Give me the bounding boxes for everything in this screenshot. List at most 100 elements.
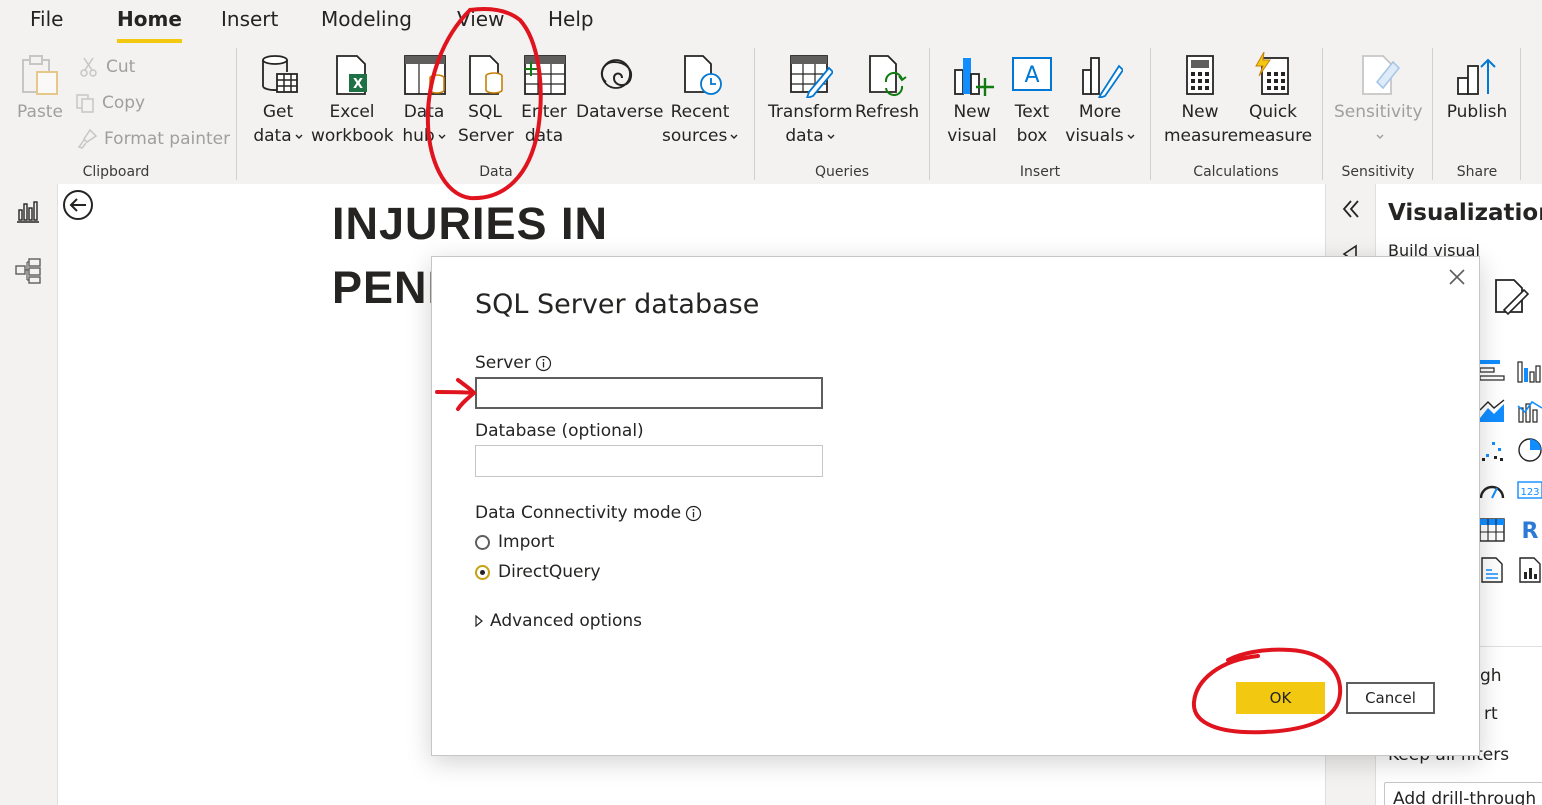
enter-data-button[interactable]: Enter data [518,52,570,148]
line-column-chart-icon[interactable] [1516,396,1542,424]
group-separator [1432,48,1433,180]
import-radio[interactable] [475,534,490,550]
area-chart-icon[interactable] [1478,396,1506,424]
group-separator [1322,48,1323,180]
visualizations-title: Visualizations [1388,200,1542,226]
cancel-button[interactable]: Cancel [1346,682,1435,714]
directquery-radio[interactable] [475,564,490,580]
group-label-data: Data [479,164,513,180]
report-title-line-1: INJURIES IN [332,198,609,249]
sql-server-button[interactable]: SQL Server [458,52,514,148]
model-view-icon[interactable] [14,256,42,284]
group-label-clipboard: Clipboard [82,164,150,180]
transform-data-button[interactable]: Transform data [768,52,853,148]
paste-button[interactable]: Paste [14,52,66,124]
report-view-icon[interactable] [14,198,42,226]
info-icon[interactable] [535,355,552,372]
chevron-down-icon [730,134,738,139]
svg-text:X: X [353,77,363,92]
paintbrush-icon [77,128,98,149]
add-drill-through-field[interactable]: Add drill-through f [1384,782,1542,805]
server-input[interactable] [475,377,823,409]
data-hub-button[interactable]: Data hub [398,52,450,148]
refresh-button[interactable]: Refresh [855,52,919,124]
tab-view[interactable]: View [457,7,504,31]
quick-measure-icon [1255,52,1289,95]
double-chevron-left-icon[interactable] [1340,198,1362,220]
tab-home[interactable]: Home [117,7,182,43]
clustered-column-chart-icon[interactable] [1516,356,1542,384]
group-separator [1150,48,1151,180]
cut-button[interactable]: Cut [78,56,135,78]
directquery-radio-option[interactable]: DirectQuery [475,562,601,582]
excel-icon: X [336,55,367,95]
quick-measure-button[interactable]: Quick measure [1238,52,1312,148]
group-separator [1520,48,1521,180]
group-label-insert: Insert [1019,164,1061,180]
copy-button[interactable]: Copy [74,92,145,114]
ribbon-tab-bar: File Home Insert Modeling View Help [0,0,1542,44]
publish-button[interactable]: Publish [1444,52,1510,124]
import-radio-option[interactable]: Import [475,532,554,552]
advanced-options-toggle[interactable]: Advanced options [475,611,642,631]
publish-icon [1457,58,1496,95]
calculator-icon [1186,55,1214,95]
more-visuals-button[interactable]: More visuals [1064,52,1136,148]
svg-text:123: 123 [1520,487,1539,498]
excel-workbook-button[interactable]: X Excel workbook [311,52,394,148]
text-box-icon: A [1012,57,1052,91]
close-icon[interactable] [1447,267,1467,287]
paginated-report-icon[interactable] [1516,556,1542,584]
new-visual-icon [954,58,994,96]
sensitivity-label-icon [1362,55,1401,95]
server-label: Server [475,353,552,373]
group-label-sensitivity: Sensitivity [1341,164,1415,180]
ok-button[interactable]: OK [1236,682,1325,714]
get-data-button[interactable]: Get data [250,52,306,148]
r-script-visual-icon[interactable]: R [1516,516,1542,544]
group-separator [236,48,237,180]
smart-narrative-icon[interactable] [1478,556,1506,584]
copy-icon [76,94,94,113]
back-arrow-icon[interactable] [61,188,95,222]
format-visual-icon[interactable] [1490,276,1530,316]
svg-text:A: A [1024,63,1039,88]
format-painter-button[interactable]: Format painter [76,128,230,150]
gauge-icon[interactable] [1478,476,1506,504]
paste-icon [22,55,58,95]
dataverse-button[interactable]: Dataverse [576,52,663,124]
pie-chart-icon[interactable] [1516,436,1542,464]
info-icon[interactable] [685,505,702,522]
dataverse-icon [600,59,632,89]
tab-file[interactable]: File [30,7,63,31]
refresh-icon [869,55,907,97]
triangle-right-icon [475,615,483,627]
card-icon[interactable]: 123 [1516,476,1542,504]
text-box-button[interactable]: A Text box [1006,52,1058,148]
tab-help[interactable]: Help [548,7,594,31]
sensitivity-button[interactable]: Sensitivity [1334,52,1423,148]
clustered-bar-chart-icon[interactable] [1478,356,1506,384]
sql-server-database-dialog: SQL Server database Server Database (opt… [431,256,1480,756]
ribbon: Paste Cut Copy Format painter Clipboard … [0,44,1542,184]
recent-sources-button[interactable]: Recent sources [662,52,738,148]
database-label: Database (optional) [475,421,644,441]
transform-data-icon [790,55,833,98]
tab-insert[interactable]: Insert [221,7,278,31]
tab-modeling[interactable]: Modeling [321,7,412,31]
group-label-share: Share [1456,164,1498,180]
matrix-icon[interactable] [1478,516,1506,544]
chevron-down-icon [827,134,835,139]
group-separator [754,48,755,180]
chevron-down-icon [295,134,303,139]
chevron-down-icon [438,134,446,139]
new-visual-button[interactable]: New visual [945,52,999,148]
database-table-icon [262,55,298,93]
data-hub-icon [404,55,446,95]
new-measure-button[interactable]: New measure [1164,52,1238,148]
sql-server-icon [469,55,503,95]
scatter-chart-icon[interactable] [1478,436,1506,464]
drill-through-text-fragment: rt [1484,704,1498,724]
view-switcher-rail [0,184,58,805]
database-input[interactable] [475,445,823,477]
